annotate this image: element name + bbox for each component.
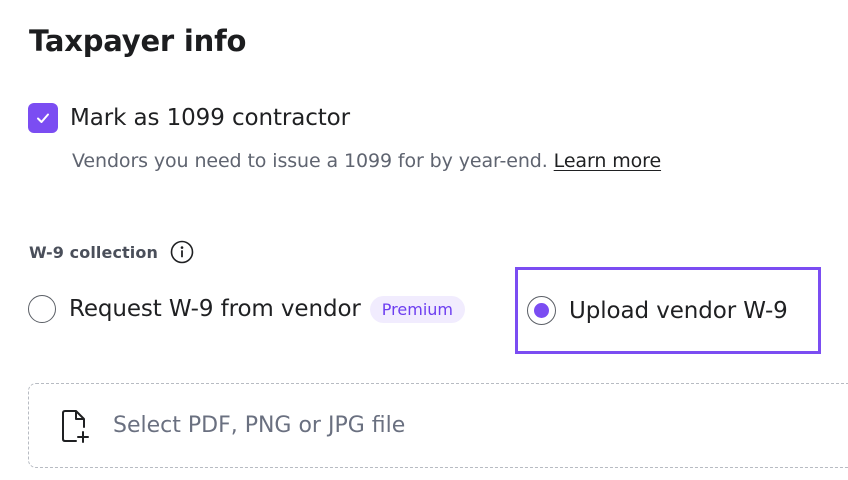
premium-badge: Premium [369, 295, 465, 323]
contractor-checkbox[interactable] [28, 103, 58, 133]
helper-text: Vendors you need to issue a 1099 for by … [72, 150, 548, 172]
w9-collection-label-row: W-9 collection [29, 240, 194, 264]
contractor-checkbox-row[interactable]: Mark as 1099 contractor [28, 103, 350, 133]
upload-w9-radio[interactable] [527, 296, 556, 325]
taxpayer-info-panel: Taxpayer info Mark as 1099 contractor Ve… [0, 0, 848, 480]
request-w9-radio[interactable] [28, 295, 56, 323]
request-w9-label: Request W-9 from vendor [69, 296, 361, 322]
contractor-helper-text: Vendors you need to issue a 1099 for by … [72, 150, 661, 172]
learn-more-link[interactable]: Learn more [554, 150, 661, 172]
file-dropzone[interactable]: Select PDF, PNG or JPG file [28, 383, 848, 468]
section-title: Taxpayer info [29, 24, 247, 58]
file-add-icon [57, 408, 91, 444]
upload-w9-label: Upload vendor W-9 [569, 297, 788, 324]
radio-selected-dot [534, 303, 549, 318]
info-icon[interactable] [170, 240, 194, 264]
upload-w9-option[interactable]: Upload vendor W-9 [527, 296, 788, 325]
contractor-checkbox-label: Mark as 1099 contractor [70, 105, 351, 131]
dropzone-prompt: Select PDF, PNG or JPG file [113, 413, 406, 438]
w9-collection-label: W-9 collection [29, 242, 158, 262]
request-w9-option[interactable]: Request W-9 from vendor Premium [28, 295, 465, 323]
check-icon [37, 113, 49, 123]
